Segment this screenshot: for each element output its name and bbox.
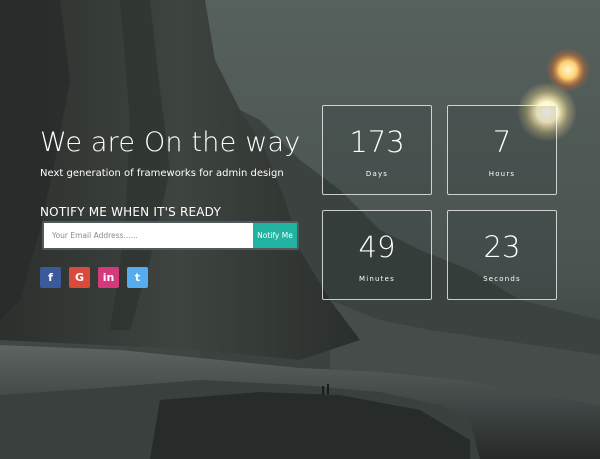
google-plus-icon[interactable]: G bbox=[69, 267, 90, 288]
hours-value: 7 bbox=[492, 125, 512, 159]
days-label: Days bbox=[365, 170, 389, 178]
days-value: 173 bbox=[349, 125, 405, 159]
social-links: f G in t bbox=[40, 267, 148, 288]
minutes-value: 49 bbox=[358, 230, 396, 264]
countdown-minutes: 49 Minutes bbox=[322, 210, 432, 300]
countdown-seconds: 23 Seconds bbox=[447, 210, 557, 300]
linkedin-icon[interactable]: in bbox=[98, 267, 119, 288]
hours-label: Hours bbox=[488, 170, 516, 178]
hero-section: We are On the way Next generation of fra… bbox=[40, 127, 310, 219]
email-input[interactable] bbox=[44, 223, 253, 248]
seconds-label: Seconds bbox=[483, 275, 521, 283]
seconds-value: 23 bbox=[483, 230, 521, 264]
notify-form: Notify Me bbox=[42, 221, 299, 250]
countdown-days: 173 Days bbox=[322, 105, 432, 195]
facebook-icon[interactable]: f bbox=[40, 267, 61, 288]
notify-heading: NOTIFY ME WHEN IT'S READY bbox=[40, 205, 221, 219]
page-subtitle: Next generation of frameworks for admin … bbox=[40, 168, 284, 179]
page-title: We are On the way bbox=[40, 127, 301, 158]
twitter-icon[interactable]: t bbox=[127, 267, 148, 288]
minutes-label: Minutes bbox=[359, 275, 395, 283]
notify-me-button[interactable]: Notify Me bbox=[253, 223, 297, 248]
countdown-hours: 7 Hours bbox=[447, 105, 557, 195]
